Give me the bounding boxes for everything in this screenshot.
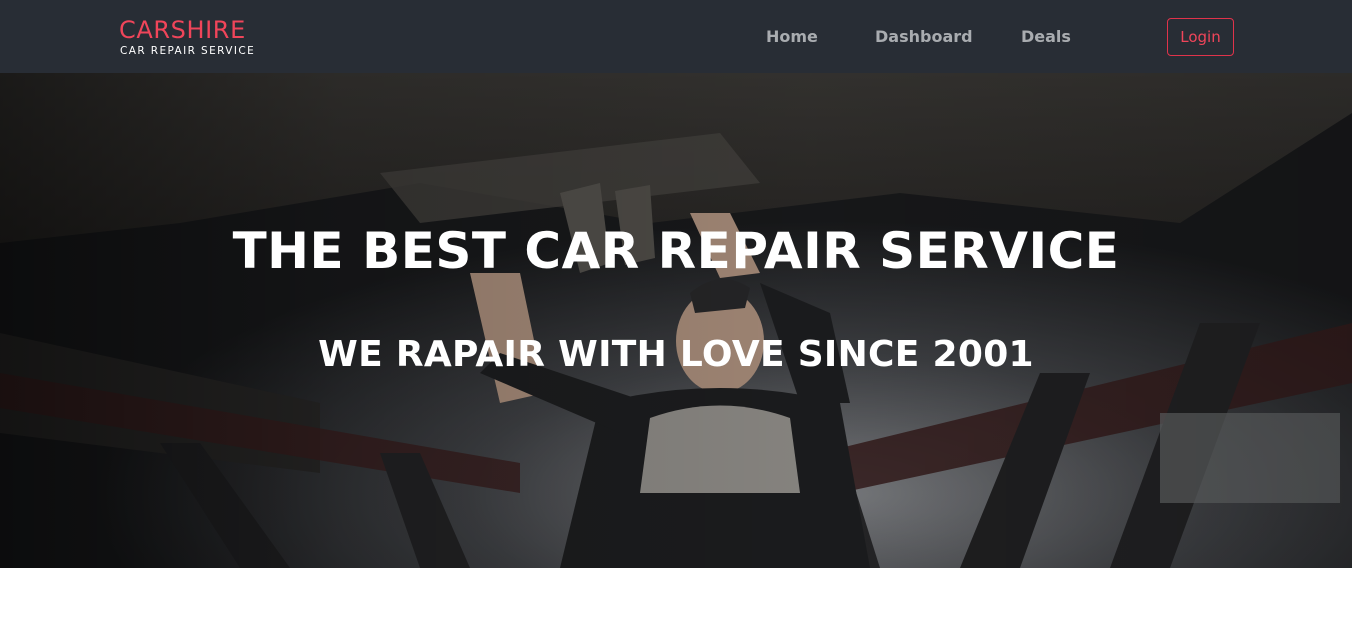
hero-dark-overlay xyxy=(0,73,1352,568)
hero-title: THE BEST CAR REPAIR SERVICE xyxy=(232,222,1120,280)
login-button[interactable]: Login xyxy=(1167,18,1234,56)
hero-subtitle: WE RAPAIR WITH LOVE SINCE 2001 xyxy=(318,334,1034,375)
nav-link-deals[interactable]: Deals xyxy=(1021,27,1071,47)
brand-tagline: CAR REPAIR SERVICE xyxy=(120,45,256,57)
brand-logo[interactable]: CARSHIRE CAR REPAIR SERVICE xyxy=(119,17,255,58)
nav-link-home[interactable]: Home xyxy=(766,27,818,47)
navbar: CARSHIRE CAR REPAIR SERVICE Home Dashboa… xyxy=(0,0,1352,73)
brand-name: CARSHIRE xyxy=(119,16,246,44)
nav-link-dashboard[interactable]: Dashboard xyxy=(875,27,973,47)
hero-banner: THE BEST CAR REPAIR SERVICE WE RAPAIR WI… xyxy=(0,73,1352,568)
